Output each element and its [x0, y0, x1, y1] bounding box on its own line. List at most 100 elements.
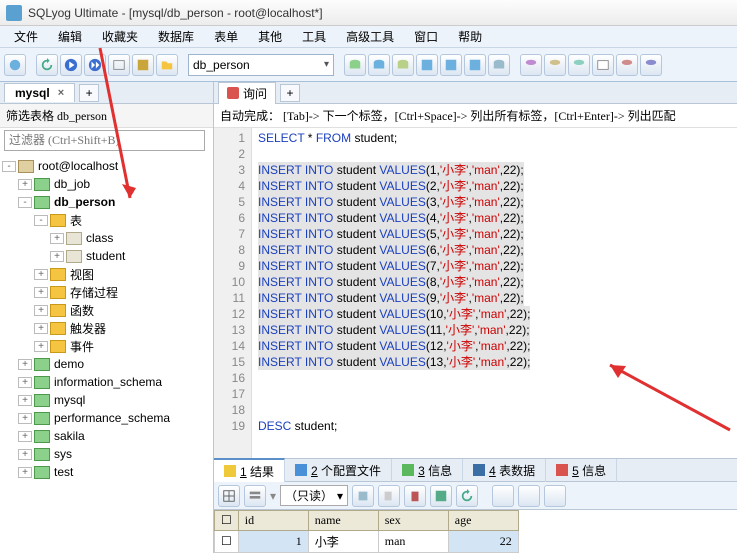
- tree-twisty-icon[interactable]: +: [34, 269, 48, 280]
- tree-twisty-icon[interactable]: +: [18, 359, 32, 370]
- next-button[interactable]: [544, 485, 566, 507]
- menu-收藏夹[interactable]: 收藏夹: [92, 26, 148, 47]
- tool-12[interactable]: [616, 54, 638, 76]
- tree-node[interactable]: +db_job: [2, 175, 211, 193]
- tree-twisty-icon[interactable]: +: [18, 467, 32, 478]
- copy-button[interactable]: [378, 485, 400, 507]
- tree-node[interactable]: -表: [2, 211, 211, 229]
- tree-twisty-icon[interactable]: -: [2, 161, 16, 172]
- tool-13[interactable]: [640, 54, 662, 76]
- tool-10[interactable]: [568, 54, 590, 76]
- tree-node[interactable]: +test: [2, 463, 211, 481]
- close-icon[interactable]: ×: [58, 87, 64, 99]
- refresh-button[interactable]: [36, 54, 58, 76]
- col-name[interactable]: name: [308, 511, 378, 531]
- new-tab-button[interactable]: +: [79, 84, 99, 102]
- tree-twisty-icon[interactable]: -: [34, 215, 48, 226]
- tool-7[interactable]: [488, 54, 510, 76]
- readonly-indicator[interactable]: （只读） ▾: [280, 485, 348, 506]
- tree-twisty-icon[interactable]: +: [18, 179, 32, 190]
- tool-8[interactable]: [520, 54, 542, 76]
- form-view-button[interactable]: [244, 485, 266, 507]
- sql-editor[interactable]: 12345678910111213141516171819 SELECT * F…: [214, 128, 737, 458]
- tree-twisty-icon[interactable]: +: [34, 287, 48, 298]
- tree-node[interactable]: +sakila: [2, 427, 211, 445]
- menu-工具[interactable]: 工具: [292, 26, 336, 47]
- result-tab-3[interactable]: 4 表数据: [463, 459, 546, 482]
- tree-node[interactable]: +函数: [2, 301, 211, 319]
- tool-1[interactable]: [344, 54, 366, 76]
- tool-5[interactable]: [440, 54, 462, 76]
- tree-node[interactable]: +class: [2, 229, 211, 247]
- export-button[interactable]: [352, 485, 374, 507]
- tree-twisty-icon[interactable]: +: [18, 449, 32, 460]
- tree-node[interactable]: +存储过程: [2, 283, 211, 301]
- menu-数据库[interactable]: 数据库: [148, 26, 204, 47]
- filter-input[interactable]: [4, 130, 205, 151]
- result-tab-0[interactable]: 1 结果: [214, 458, 285, 483]
- new-query-button[interactable]: +: [280, 84, 300, 102]
- tool-11[interactable]: [592, 54, 614, 76]
- execute-button[interactable]: [60, 54, 82, 76]
- col-id[interactable]: id: [238, 511, 308, 531]
- save-result-button[interactable]: [430, 485, 452, 507]
- tree-node[interactable]: + information_schema: [2, 373, 211, 391]
- col-sex[interactable]: sex: [378, 511, 448, 531]
- tool-2[interactable]: [368, 54, 390, 76]
- first-button[interactable]: [492, 485, 514, 507]
- tree-twisty-icon[interactable]: +: [34, 323, 48, 334]
- tree-node[interactable]: +mysql: [2, 391, 211, 409]
- tree-twisty-icon[interactable]: +: [18, 395, 32, 406]
- connection-tab[interactable]: mysql ×: [4, 83, 75, 102]
- menu-帮助[interactable]: 帮助: [448, 26, 492, 47]
- result-tab-1[interactable]: 2 个配置文件: [285, 459, 392, 482]
- save-button[interactable]: [132, 54, 154, 76]
- tree-node[interactable]: +student: [2, 247, 211, 265]
- tree-twisty-icon[interactable]: -: [18, 197, 32, 208]
- menu-窗口[interactable]: 窗口: [404, 26, 448, 47]
- menu-编辑[interactable]: 编辑: [48, 26, 92, 47]
- tree-twisty-icon[interactable]: +: [34, 305, 48, 316]
- open-button[interactable]: [156, 54, 178, 76]
- menu-其他[interactable]: 其他: [248, 26, 292, 47]
- tree-label: information_schema: [54, 375, 162, 389]
- tree-node[interactable]: +demo: [2, 355, 211, 373]
- database-selector[interactable]: db_person ▾: [188, 54, 334, 76]
- schema-tree[interactable]: -root@localhost+db_job-db_person-表+class…: [0, 153, 213, 553]
- tree-twisty-icon[interactable]: +: [18, 377, 32, 388]
- tree-twisty-icon[interactable]: +: [18, 413, 32, 424]
- col-age[interactable]: age: [448, 511, 518, 531]
- menu-文件[interactable]: 文件: [4, 26, 48, 47]
- prev-button[interactable]: [518, 485, 540, 507]
- tree-node[interactable]: +视图: [2, 265, 211, 283]
- tree-node[interactable]: +sys: [2, 445, 211, 463]
- tree-twisty-icon[interactable]: +: [50, 233, 64, 244]
- refresh-result-button[interactable]: [456, 485, 478, 507]
- tree-twisty-icon[interactable]: +: [50, 251, 64, 262]
- tree-twisty-icon[interactable]: +: [18, 431, 32, 442]
- new-connection-button[interactable]: [4, 54, 26, 76]
- tool-6[interactable]: [464, 54, 486, 76]
- tool-4[interactable]: [416, 54, 438, 76]
- result-grid[interactable]: ☐idnamesexage☐1小李man22: [214, 510, 737, 553]
- menu-表单[interactable]: 表单: [204, 26, 248, 47]
- tree-node[interactable]: +performance_schema: [2, 409, 211, 427]
- query-tab[interactable]: 询问: [218, 82, 276, 104]
- tree-node[interactable]: +触发器: [2, 319, 211, 337]
- menu-高级工具[interactable]: 高级工具: [336, 26, 404, 47]
- tree-node[interactable]: +事件: [2, 337, 211, 355]
- table-row[interactable]: ☐1小李man22: [215, 531, 519, 553]
- tree-node[interactable]: -root@localhost: [2, 157, 211, 175]
- result-tab-2[interactable]: 3 信息: [392, 459, 463, 482]
- execute-all-button[interactable]: [84, 54, 106, 76]
- sql-code[interactable]: SELECT * FROM student;INSERT INTO studen…: [252, 128, 737, 458]
- grid-view-button[interactable]: [218, 485, 240, 507]
- delete-button[interactable]: [404, 485, 426, 507]
- tool-9[interactable]: [544, 54, 566, 76]
- tree-node[interactable]: -db_person: [2, 193, 211, 211]
- result-tab-4[interactable]: 5 信息: [546, 459, 617, 482]
- format-button[interactable]: [108, 54, 130, 76]
- checkbox-header[interactable]: ☐: [215, 511, 239, 531]
- tree-twisty-icon[interactable]: +: [34, 341, 48, 352]
- tool-3[interactable]: [392, 54, 414, 76]
